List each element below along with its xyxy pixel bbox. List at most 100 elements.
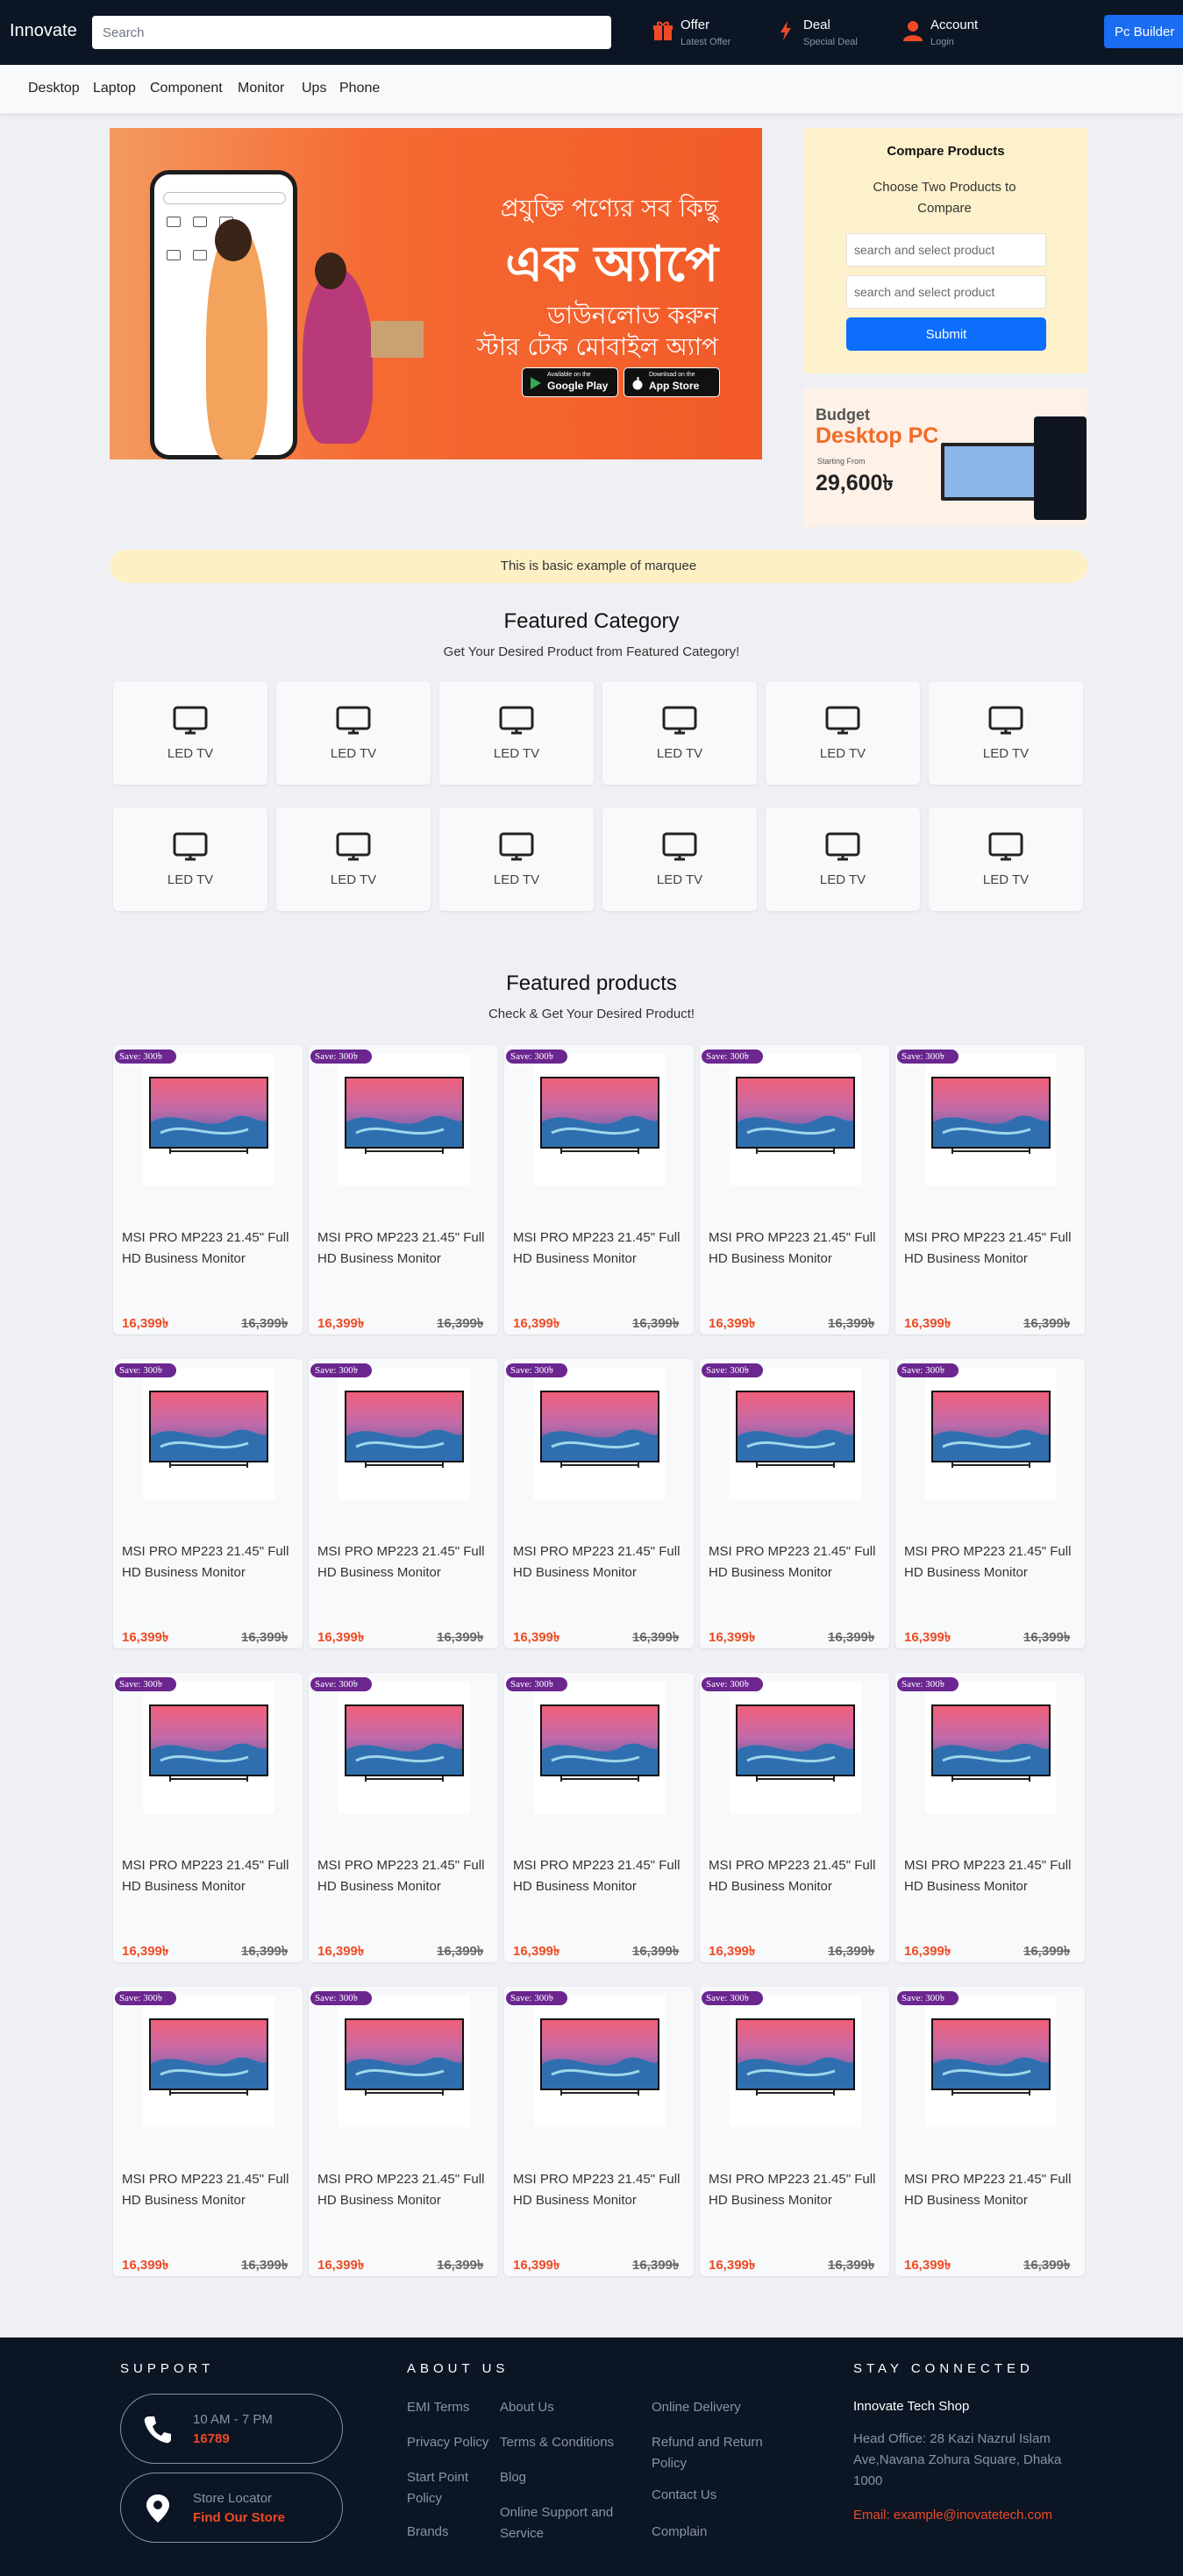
- nav-item-component[interactable]: Component: [150, 81, 223, 96]
- offer-link[interactable]: Offer Latest Offer: [652, 16, 730, 51]
- product-image[interactable]: [143, 1682, 274, 1813]
- product-image[interactable]: [730, 1996, 861, 2127]
- category-card[interactable]: LED TV: [929, 808, 1083, 911]
- product-card[interactable]: Save: 300৳ MSI PRO MP223 21.45" Full HD B…: [504, 1987, 694, 2276]
- product-name[interactable]: MSI PRO MP223 21.45" Full HD Business Mo…: [904, 1228, 1080, 1270]
- footer-link-about-us[interactable]: About Us: [500, 2397, 640, 2418]
- category-card[interactable]: LED TV: [113, 808, 267, 911]
- product-name[interactable]: MSI PRO MP223 21.45" Full HD Business Mo…: [122, 1541, 297, 1583]
- product-card[interactable]: Save: 300৳ MSI PRO MP223 21.45" Full HD B…: [700, 1359, 889, 1648]
- product-card[interactable]: Save: 300৳ MSI PRO MP223 21.45" Full HD B…: [504, 1673, 694, 1962]
- category-card[interactable]: LED TV: [276, 808, 431, 911]
- support-phone[interactable]: 16789: [193, 2431, 230, 2446]
- product-card[interactable]: Save: 300৳ MSI PRO MP223 21.45" Full HD B…: [700, 1987, 889, 2276]
- category-card[interactable]: LED TV: [766, 681, 920, 785]
- product-image[interactable]: [339, 1054, 470, 1185]
- search-input[interactable]: [92, 16, 611, 49]
- brand-logo[interactable]: Innovate: [10, 21, 77, 41]
- category-card[interactable]: LED TV: [766, 808, 920, 911]
- product-image[interactable]: [339, 1682, 470, 1813]
- deal-link[interactable]: Deal Special Deal: [774, 16, 858, 51]
- product-image[interactable]: [534, 1368, 666, 1499]
- hero-banner[interactable]: প্রযুক্তি পণ্যের সব কিছু এক অ্যাপে ডাউনল…: [110, 128, 762, 459]
- footer-link-online-delivery[interactable]: Online Delivery: [652, 2397, 783, 2418]
- product-name[interactable]: MSI PRO MP223 21.45" Full HD Business Mo…: [709, 1228, 884, 1270]
- footer-link-privacy-policy[interactable]: Privacy Policy: [407, 2432, 495, 2453]
- product-image[interactable]: [730, 1682, 861, 1813]
- category-card[interactable]: LED TV: [439, 808, 594, 911]
- product-card[interactable]: Save: 300৳ MSI PRO MP223 21.45" Full HD B…: [895, 1045, 1085, 1334]
- product-name[interactable]: MSI PRO MP223 21.45" Full HD Business Mo…: [904, 1855, 1080, 1897]
- product-name[interactable]: MSI PRO MP223 21.45" Full HD Business Mo…: [709, 2169, 884, 2211]
- footer-link-complain[interactable]: Complain: [652, 2522, 783, 2543]
- nav-item-monitor[interactable]: Monitor: [238, 81, 284, 96]
- product-card[interactable]: Save: 300৳ MSI PRO MP223 21.45" Full HD B…: [309, 1987, 498, 2276]
- product-card[interactable]: Save: 300৳ MSI PRO MP223 21.45" Full HD B…: [895, 1673, 1085, 1962]
- product-name[interactable]: MSI PRO MP223 21.45" Full HD Business Mo…: [513, 1541, 688, 1583]
- product-name[interactable]: MSI PRO MP223 21.45" Full HD Business Mo…: [709, 1541, 884, 1583]
- product-name[interactable]: MSI PRO MP223 21.45" Full HD Business Mo…: [317, 1228, 493, 1270]
- product-name[interactable]: MSI PRO MP223 21.45" Full HD Business Mo…: [513, 1855, 688, 1897]
- category-card[interactable]: LED TV: [439, 681, 594, 785]
- product-name[interactable]: MSI PRO MP223 21.45" Full HD Business Mo…: [513, 2169, 688, 2211]
- account-link[interactable]: Account Login: [902, 16, 989, 51]
- footer-link-refund-policy[interactable]: Refund and Return Policy: [652, 2432, 783, 2474]
- app-store-button[interactable]: Download on the App Store: [624, 367, 720, 397]
- product-image[interactable]: [534, 1682, 666, 1813]
- product-name[interactable]: MSI PRO MP223 21.45" Full HD Business Mo…: [904, 2169, 1080, 2211]
- google-play-button[interactable]: Available on the Google Play: [522, 367, 618, 397]
- product-name[interactable]: MSI PRO MP223 21.45" Full HD Business Mo…: [904, 1541, 1080, 1583]
- budget-pc-promo[interactable]: Budget Desktop PC Starting From 29,600৳: [804, 388, 1087, 527]
- store-locator-pill[interactable]: Store Locator Find Our Store: [120, 2473, 343, 2543]
- footer-link-terms[interactable]: Terms & Conditions: [500, 2432, 640, 2453]
- product-image[interactable]: [339, 1368, 470, 1499]
- product-name[interactable]: MSI PRO MP223 21.45" Full HD Business Mo…: [317, 2169, 493, 2211]
- nav-item-ups[interactable]: Ups: [302, 81, 326, 96]
- footer-link-brands[interactable]: Brands: [407, 2522, 486, 2543]
- footer-link-contact-us[interactable]: Contact Us: [652, 2485, 783, 2506]
- category-card[interactable]: LED TV: [276, 681, 431, 785]
- category-card[interactable]: LED TV: [602, 808, 757, 911]
- product-image[interactable]: [143, 1996, 274, 2127]
- support-phone-pill[interactable]: 10 AM - 7 PM 16789: [120, 2394, 343, 2464]
- product-image[interactable]: [925, 1054, 1057, 1185]
- category-card[interactable]: LED TV: [113, 681, 267, 785]
- product-image[interactable]: [143, 1368, 274, 1499]
- product-image[interactable]: [143, 1054, 274, 1185]
- footer-link-online-support[interactable]: Online Support and Service: [500, 2502, 631, 2544]
- product-image[interactable]: [925, 1996, 1057, 2127]
- compare-submit-button[interactable]: Submit: [846, 317, 1046, 351]
- product-name[interactable]: MSI PRO MP223 21.45" Full HD Business Mo…: [317, 1855, 493, 1897]
- product-card[interactable]: Save: 300৳ MSI PRO MP223 21.45" Full HD B…: [895, 1987, 1085, 2276]
- nav-item-phone[interactable]: Phone: [339, 81, 380, 96]
- category-card[interactable]: LED TV: [929, 681, 1083, 785]
- product-card[interactable]: Save: 300৳ MSI PRO MP223 21.45" Full HD B…: [113, 1359, 303, 1648]
- compare-product-input-1[interactable]: [846, 233, 1046, 267]
- pc-builder-button[interactable]: Pc Builder: [1104, 15, 1183, 48]
- product-card[interactable]: Save: 300৳ MSI PRO MP223 21.45" Full HD B…: [700, 1045, 889, 1334]
- product-image[interactable]: [925, 1368, 1057, 1499]
- product-image[interactable]: [925, 1682, 1057, 1813]
- product-card[interactable]: Save: 300৳ MSI PRO MP223 21.45" Full HD B…: [700, 1673, 889, 1962]
- product-name[interactable]: MSI PRO MP223 21.45" Full HD Business Mo…: [513, 1228, 688, 1270]
- nav-item-laptop[interactable]: Laptop: [93, 81, 136, 96]
- product-card[interactable]: Save: 300৳ MSI PRO MP223 21.45" Full HD B…: [113, 1673, 303, 1962]
- product-image[interactable]: [730, 1368, 861, 1499]
- shop-email[interactable]: Email: example@inovatetech.com: [853, 2508, 1052, 2523]
- product-card[interactable]: Save: 300৳ MSI PRO MP223 21.45" Full HD B…: [309, 1673, 498, 1962]
- product-image[interactable]: [534, 1996, 666, 2127]
- compare-product-input-2[interactable]: [846, 275, 1046, 309]
- footer-link-emi-terms[interactable]: EMI Terms: [407, 2397, 486, 2418]
- product-card[interactable]: Save: 300৳ MSI PRO MP223 21.45" Full HD B…: [309, 1045, 498, 1334]
- product-card[interactable]: Save: 300৳ MSI PRO MP223 21.45" Full HD B…: [504, 1045, 694, 1334]
- product-name[interactable]: MSI PRO MP223 21.45" Full HD Business Mo…: [709, 1855, 884, 1897]
- product-name[interactable]: MSI PRO MP223 21.45" Full HD Business Mo…: [122, 1855, 297, 1897]
- footer-link-start-point-policy[interactable]: Start Point Policy: [407, 2467, 486, 2509]
- product-card[interactable]: Save: 300৳ MSI PRO MP223 21.45" Full HD B…: [309, 1359, 498, 1648]
- product-name[interactable]: MSI PRO MP223 21.45" Full HD Business Mo…: [122, 1228, 297, 1270]
- product-image[interactable]: [534, 1054, 666, 1185]
- category-card[interactable]: LED TV: [602, 681, 757, 785]
- nav-item-desktop[interactable]: Desktop: [28, 81, 80, 96]
- product-image[interactable]: [339, 1996, 470, 2127]
- product-card[interactable]: Save: 300৳ MSI PRO MP223 21.45" Full HD B…: [895, 1359, 1085, 1648]
